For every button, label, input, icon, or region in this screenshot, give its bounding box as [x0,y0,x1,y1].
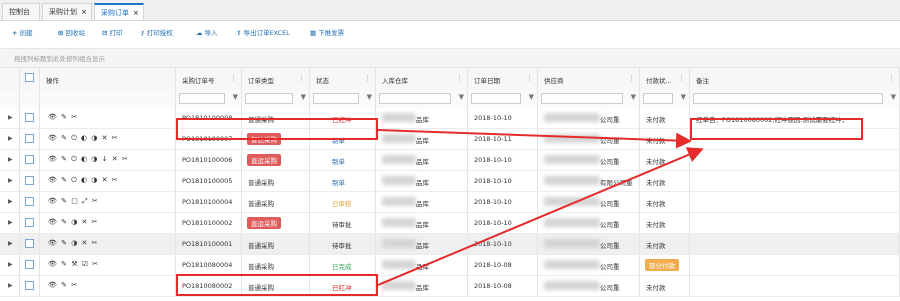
highlight-box [176,118,378,140]
annotation-arrow [377,129,692,149]
highlight-box [690,118,863,140]
highlight-box [176,274,378,296]
annotation-arrow [377,147,704,286]
annotation-overlay [377,129,704,286]
